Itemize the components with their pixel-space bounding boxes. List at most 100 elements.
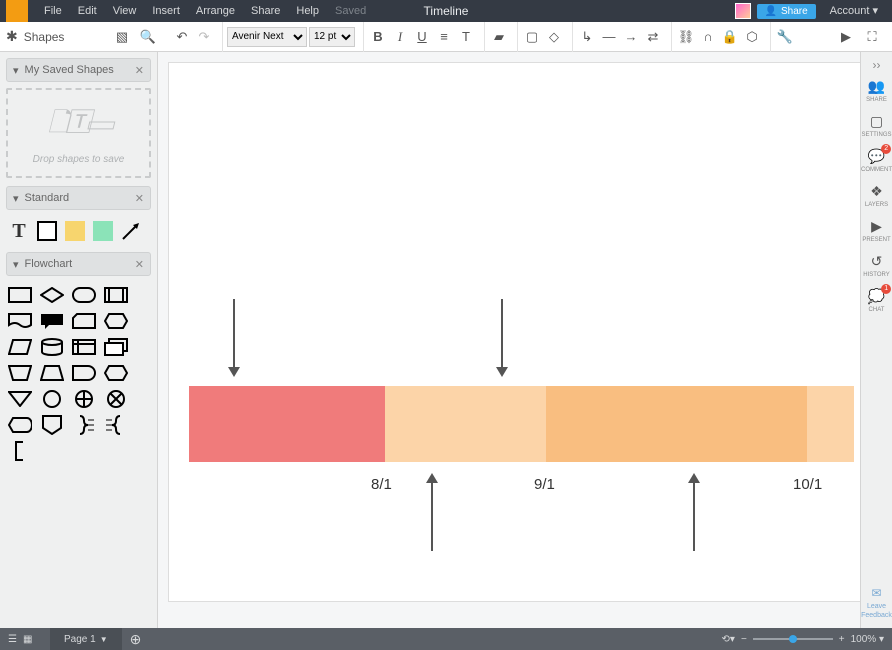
shape-text[interactable]: T (8, 220, 30, 242)
menu-share[interactable]: Share (243, 0, 288, 22)
saved-shapes-dropzone[interactable]: 🗋🅃▭ Drop shapes to save (6, 88, 151, 178)
present-button[interactable]: ▶ (836, 27, 856, 47)
close-icon[interactable]: ✕ (135, 64, 144, 77)
fc-or[interactable] (104, 390, 128, 408)
fullscreen-button[interactable]: ⛶ (862, 27, 882, 47)
menu-view[interactable]: View (105, 0, 145, 22)
cube-button[interactable]: ⬡ (742, 27, 762, 47)
menu-help[interactable]: Help (288, 0, 327, 22)
share-button[interactable]: 👤 Share (757, 4, 816, 19)
fc-trap[interactable] (40, 364, 64, 382)
shape-rect[interactable] (36, 220, 58, 242)
line-style-button[interactable]: ↳ (577, 27, 597, 47)
timeline-arrow-up-1[interactable] (425, 473, 439, 551)
fc-loop[interactable] (104, 364, 128, 382)
collapse-rail-button[interactable]: ›› (873, 58, 881, 72)
fc-circle[interactable] (40, 390, 64, 408)
shape-style-button[interactable]: ◇ (544, 27, 564, 47)
fc-brace-r[interactable] (72, 416, 96, 434)
fc-callout[interactable] (40, 312, 64, 330)
timeline-segment-4[interactable] (807, 386, 854, 462)
rail-chat[interactable]: 💭1CHAT (868, 288, 885, 313)
gear-icon[interactable]: ✱ (6, 28, 18, 45)
image-icon[interactable]: ▧ (112, 27, 132, 47)
zoom-slider[interactable] (753, 638, 833, 640)
add-page-button[interactable]: ⊕ (122, 631, 150, 648)
shape-block[interactable] (92, 220, 114, 242)
zoom-in-button[interactable]: + (839, 634, 845, 645)
underline-button[interactable]: U (412, 27, 432, 47)
fc-doc[interactable] (8, 312, 32, 330)
fc-para[interactable] (8, 338, 32, 356)
fc-delay[interactable] (72, 364, 96, 382)
bold-button[interactable]: B (368, 27, 388, 47)
leave-feedback-button[interactable]: ✉Leave Feedback (861, 586, 892, 620)
timeline-arrow-up-2[interactable] (687, 473, 701, 551)
line-arrow-button[interactable]: → (621, 27, 641, 47)
rail-present[interactable]: ▶PRESENT (862, 218, 890, 243)
menu-arrange[interactable]: Arrange (188, 0, 243, 22)
border-button[interactable]: ▢ (522, 27, 542, 47)
line-solid-button[interactable]: — (599, 27, 619, 47)
fc-manual[interactable] (8, 364, 32, 382)
fc-process[interactable] (8, 286, 32, 304)
my-saved-shapes-header[interactable]: ▾ My Saved Shapes ✕ (6, 58, 151, 82)
close-icon[interactable]: ✕ (135, 258, 144, 271)
redo-button[interactable]: ↷ (194, 27, 214, 47)
fc-predef[interactable] (104, 286, 128, 304)
zoom-out-button[interactable]: − (741, 634, 747, 645)
app-logo[interactable] (6, 0, 28, 22)
rail-comment[interactable]: 💬2COMMENT (861, 148, 892, 173)
list-view-icon[interactable]: ☰ (8, 634, 17, 645)
fc-hex[interactable] (104, 312, 128, 330)
grid-view-icon[interactable]: ▦ (23, 634, 32, 645)
font-size-select[interactable]: 12 pt (309, 27, 355, 47)
fc-terminator[interactable] (72, 286, 96, 304)
page-tab[interactable]: Page 1▼ (50, 628, 122, 650)
fc-sum[interactable] (72, 390, 96, 408)
search-icon[interactable]: 🔍 (138, 27, 158, 47)
rail-history[interactable]: ↺HISTORY (863, 253, 889, 278)
fc-display[interactable] (8, 416, 32, 434)
account-menu[interactable]: Account ▾ (822, 0, 886, 22)
timeline-arrow-down-1[interactable] (227, 299, 241, 377)
fc-intstorage[interactable] (72, 338, 96, 356)
zoom-thumb[interactable] (789, 635, 797, 643)
timeline-segment-2[interactable] (385, 386, 546, 462)
fc-tri[interactable] (8, 390, 32, 408)
lock-button[interactable]: 🔒 (720, 27, 740, 47)
avatar[interactable] (735, 3, 751, 19)
fill-button[interactable]: ▰ (489, 27, 509, 47)
flowchart-header[interactable]: ▾ Flowchart ✕ (6, 252, 151, 276)
fc-decision[interactable] (40, 286, 64, 304)
rail-share[interactable]: 👥SHARE (866, 78, 887, 103)
italic-button[interactable]: I (390, 27, 410, 47)
undo-button[interactable]: ↶ (172, 27, 192, 47)
magnet-button[interactable]: ∩ (698, 27, 718, 47)
timeline-segment-3[interactable] (546, 386, 807, 462)
menu-file[interactable]: File (36, 0, 70, 22)
link-button[interactable]: ⛓ (676, 27, 696, 47)
fc-brace-l[interactable] (104, 416, 128, 434)
fc-offpage[interactable] (40, 416, 64, 434)
timeline-arrow-down-2[interactable] (495, 299, 509, 377)
wrench-button[interactable]: 🔧 (775, 27, 795, 47)
align-button[interactable]: ≡ (434, 27, 454, 47)
fc-bracket[interactable] (8, 442, 32, 460)
canvas-page[interactable]: 8/1 9/1 10/1 (168, 62, 860, 602)
fc-cylinder[interactable] (40, 338, 64, 356)
menu-insert[interactable]: Insert (144, 0, 188, 22)
line-double-button[interactable]: ⇄ (643, 27, 663, 47)
rail-settings[interactable]: ▢SETTINGS (861, 113, 891, 138)
standard-header[interactable]: ▾ Standard ✕ (6, 186, 151, 210)
text-tool-button[interactable]: T (456, 27, 476, 47)
rail-layers[interactable]: ❖LAYERS (865, 183, 888, 208)
close-icon[interactable]: ✕ (135, 192, 144, 205)
shape-arrow[interactable] (120, 220, 142, 242)
sync-icon[interactable]: ⟲▾ (722, 634, 735, 645)
zoom-value[interactable]: 100% ▾ (851, 634, 884, 645)
fc-multi[interactable] (104, 338, 128, 356)
shape-note[interactable] (64, 220, 86, 242)
canvas-area[interactable]: 8/1 9/1 10/1 (158, 52, 860, 628)
menu-edit[interactable]: Edit (70, 0, 105, 22)
